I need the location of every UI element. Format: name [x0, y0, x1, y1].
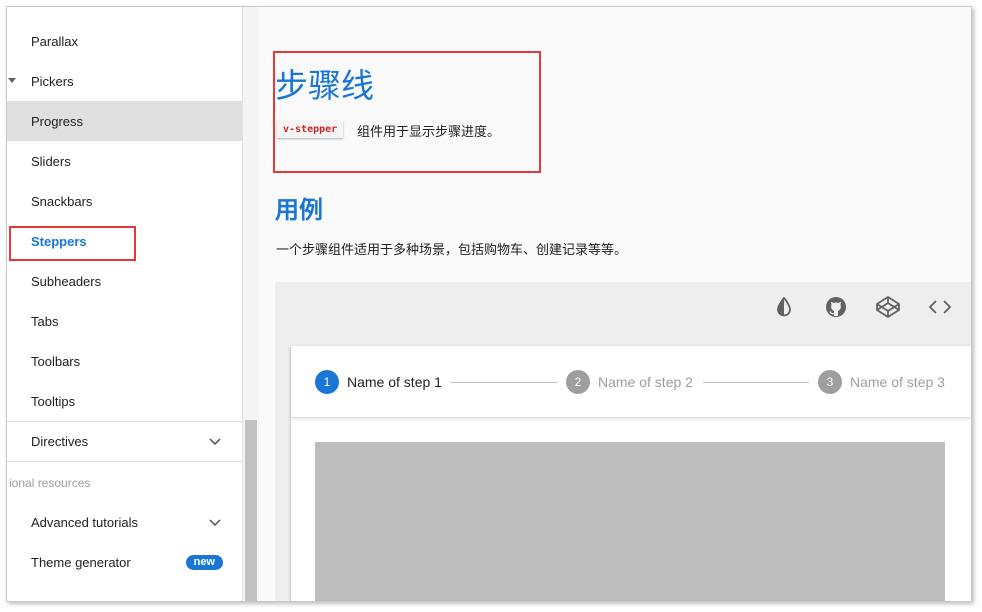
- sidebar-item-label: Advanced tutorials: [31, 514, 138, 530]
- stepper-header: 1 Name of step 1 2 Name of step 2 3 Name…: [291, 346, 971, 418]
- sidebar-item-sliders[interactable]: Sliders: [7, 141, 243, 181]
- step-divider: [451, 382, 557, 383]
- codepen-button[interactable]: [873, 292, 903, 322]
- sidebar-item-label: Toolbars: [31, 353, 81, 369]
- stepper-step-3[interactable]: 3 Name of step 3: [818, 370, 945, 394]
- step-content-placeholder: [315, 442, 945, 601]
- caret-down-icon: [7, 61, 17, 101]
- sidebar-item-label: Theme generator: [31, 554, 131, 570]
- example-panel: 1 Name of step 1 2 Name of step 2 3 Name…: [275, 282, 971, 601]
- sidebar-group-advanced-tutorials[interactable]: Advanced tutorials: [7, 502, 243, 542]
- chevron-down-icon: [209, 438, 221, 446]
- step-number: 3: [818, 370, 842, 394]
- step-number: 1: [315, 370, 339, 394]
- sidebar-divider: [7, 461, 243, 462]
- usage-description: 一个步骤组件适用于多种场景，包括购物车、创建记录等等。: [276, 242, 628, 257]
- sidebar-item-tooltips[interactable]: Tooltips: [7, 381, 243, 421]
- github-icon: [826, 297, 846, 317]
- sidebar-item-label: Sliders: [31, 153, 71, 169]
- step-label: Name of step 2: [598, 374, 693, 390]
- sidebar-item-label: Pickers: [31, 73, 74, 89]
- sidebar-item-parallax[interactable]: Parallax: [7, 21, 243, 61]
- step-label: Name of step 3: [850, 374, 945, 390]
- section-title-usage: 用例: [275, 197, 323, 224]
- sidebar-item-snackbars[interactable]: Snackbars: [7, 181, 243, 221]
- sidebar-item-tabs[interactable]: Tabs: [7, 301, 243, 341]
- sidebar-nav: Parallax Pickers Progress Sliders Snackb…: [7, 7, 243, 601]
- sidebar-item-label: Tooltips: [31, 393, 76, 409]
- github-button[interactable]: [821, 292, 851, 322]
- sidebar-item-progress[interactable]: Progress: [7, 101, 243, 141]
- app-window: Parallax Pickers Progress Sliders Snackb…: [6, 6, 972, 602]
- chevron-down-icon: [209, 519, 221, 527]
- main-content: 步骤线 v-stepper 组件用于显示步骤进度。 用例 一个步骤组件适用于多种…: [259, 7, 971, 601]
- step-number: 2: [566, 370, 590, 394]
- sidebar-item-theme-generator[interactable]: Theme generator new: [7, 542, 243, 582]
- step-label: Name of step 1: [347, 374, 442, 390]
- stepper-step-1[interactable]: 1 Name of step 1: [315, 370, 442, 394]
- sidebar-item-label: Parallax: [31, 33, 78, 49]
- view-code-button[interactable]: [925, 292, 955, 322]
- annotation-highlight-title: [273, 51, 541, 173]
- stepper-step-2[interactable]: 2 Name of step 2: [566, 370, 693, 394]
- sidebar-subheader: ional resources: [9, 476, 91, 490]
- new-badge: new: [185, 555, 223, 570]
- sidebar-item-label: Snackbars: [31, 193, 93, 209]
- sidebar-item-label: Progress: [31, 113, 84, 129]
- code-icon: [929, 300, 951, 314]
- sidebar-item-label: Tabs: [31, 313, 59, 329]
- annotation-highlight-steppers: [9, 226, 136, 261]
- invert-colors-icon: [777, 297, 791, 317]
- step-divider: [703, 382, 809, 383]
- sidebar-item-subheaders[interactable]: Subheaders: [7, 261, 243, 301]
- stepper: 1 Name of step 1 2 Name of step 2 3 Name…: [291, 346, 971, 601]
- sidebar-item-label: Directives: [31, 433, 89, 449]
- sidebar-group-pickers[interactable]: Pickers: [7, 61, 243, 101]
- sidebar-group-directives[interactable]: Directives: [7, 421, 243, 461]
- codepen-icon: [876, 296, 900, 318]
- sidebar-item-toolbars[interactable]: Toolbars: [7, 341, 243, 381]
- sidebar-scrollbar-thumb[interactable]: [245, 420, 257, 601]
- invert-colors-button[interactable]: [769, 292, 799, 322]
- sidebar-item-label: Subheaders: [31, 273, 102, 289]
